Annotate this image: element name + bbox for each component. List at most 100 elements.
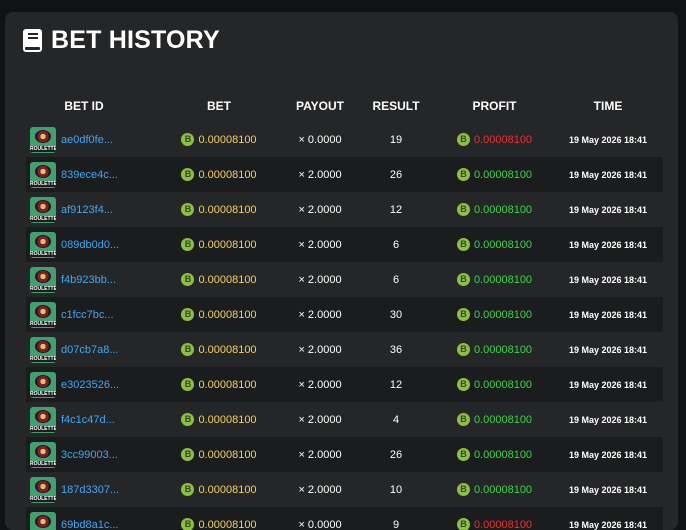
profit-amount: 0.00008100 xyxy=(473,343,533,356)
profit-cell: B 0.00008100 xyxy=(436,518,553,530)
game-icon-label: ROULETTE xyxy=(30,355,56,362)
bitcoin-coin-icon: B xyxy=(181,203,195,216)
game-icon-label: ROULETTE xyxy=(30,145,56,152)
bet-amount: 0.00008100 xyxy=(198,203,257,216)
bet-amount-cell: B 0.00008100 xyxy=(154,483,274,496)
table-row: ROULETTE e3023526... B 0.00008100 × 2.0000 12… xyxy=(26,367,663,402)
bet-time: 19 May 2026 18:41 xyxy=(568,484,648,495)
bet-amount-cell: B 0.00008100 xyxy=(154,413,274,426)
bet-id-link[interactable]: 839ece4c... xyxy=(61,169,118,181)
payout-value: × 2.0000 xyxy=(298,273,342,286)
bet-id-cell: ROULETTE ae0df0fe... xyxy=(26,126,154,153)
bitcoin-coin-icon: B xyxy=(456,518,470,530)
profit-amount: 0.00008100 xyxy=(473,273,533,286)
table-row: ROULETTE 3cc99003... B 0.00008100 × 2.0000 26… xyxy=(26,437,663,472)
bet-time: 19 May 2026 18:41 xyxy=(568,274,648,285)
bet-id-link[interactable]: af9123f4... xyxy=(61,204,113,216)
bet-amount: 0.00008100 xyxy=(198,308,257,321)
profit-cell: B 0.00008100 xyxy=(436,203,553,216)
bet-amount: 0.00008100 xyxy=(198,483,257,496)
bet-id-link[interactable]: f4b923bb... xyxy=(61,274,116,286)
game-icon-label: ROULETTE xyxy=(30,460,56,467)
roulette-game-icon: ROULETTE xyxy=(30,406,56,433)
bitcoin-coin-icon: B xyxy=(181,238,195,251)
payout-value: × 2.0000 xyxy=(298,483,342,496)
column-header-bet-id: BET ID xyxy=(64,99,104,113)
bet-id-cell: ROULETTE 089db0d0... xyxy=(26,231,154,258)
game-icon-label: ROULETTE xyxy=(30,285,56,292)
result-value: 12 xyxy=(389,203,403,216)
roulette-wheel-icon xyxy=(35,374,51,388)
result-value: 9 xyxy=(392,518,400,530)
bitcoin-coin-icon: B xyxy=(456,448,470,461)
roulette-game-icon: ROULETTE xyxy=(30,301,56,328)
bet-amount: 0.00008100 xyxy=(198,273,257,286)
bet-id-cell: ROULETTE af9123f4... xyxy=(26,196,154,223)
roulette-wheel-icon xyxy=(35,339,51,353)
profit-amount: 0.00008100 xyxy=(473,483,533,496)
roulette-game-icon: ROULETTE xyxy=(30,231,56,258)
bet-id-link[interactable]: 187d3307... xyxy=(61,484,119,496)
bitcoin-coin-icon: B xyxy=(456,133,470,146)
bet-id-link[interactable]: 69bd8a1c... xyxy=(61,519,119,530)
bet-amount-cell: B 0.00008100 xyxy=(154,308,274,321)
bet-amount-cell: B 0.00008100 xyxy=(154,273,274,286)
profit-cell: B 0.00008100 xyxy=(436,413,553,426)
roulette-wheel-icon xyxy=(35,234,51,248)
table-row: ROULETTE af9123f4... B 0.00008100 × 2.0000 12… xyxy=(26,192,663,227)
bet-id-link[interactable]: c1fcc7bc... xyxy=(61,309,114,321)
bet-id-link[interactable]: 3cc99003... xyxy=(61,449,118,461)
bet-amount-cell: B 0.00008100 xyxy=(154,133,274,146)
bet-amount-cell: B 0.00008100 xyxy=(154,448,274,461)
profit-amount: 0.00008100 xyxy=(473,133,533,146)
payout-value: × 2.0000 xyxy=(298,413,342,426)
payout-value: × 0.0000 xyxy=(298,518,342,530)
profit-amount: 0.00008100 xyxy=(473,413,533,426)
bitcoin-coin-icon: B xyxy=(456,378,470,391)
result-value: 19 xyxy=(389,133,403,146)
bitcoin-coin-icon: B xyxy=(456,308,470,321)
table-row: ROULETTE 839ece4c... B 0.00008100 × 2.0000 26… xyxy=(26,157,663,192)
result-value: 26 xyxy=(389,448,403,461)
bet-amount-cell: B 0.00008100 xyxy=(154,238,274,251)
page-title: BET HISTORY xyxy=(51,26,220,54)
bet-amount: 0.00008100 xyxy=(198,343,257,356)
bitcoin-coin-icon: B xyxy=(456,273,470,286)
bet-id-cell: ROULETTE 187d3307... xyxy=(26,476,154,503)
bet-amount-cell: B 0.00008100 xyxy=(154,168,274,181)
roulette-wheel-icon xyxy=(35,199,51,213)
bet-amount: 0.00008100 xyxy=(198,238,257,251)
profit-cell: B 0.00008100 xyxy=(436,343,553,356)
table-row: ROULETTE ae0df0fe... B 0.00008100 × 0.0000 19… xyxy=(26,122,663,157)
table-row: ROULETTE d07cb7a8... B 0.00008100 × 2.0000 36… xyxy=(26,332,663,367)
bet-amount-cell: B 0.00008100 xyxy=(154,518,274,530)
payout-value: × 2.0000 xyxy=(298,238,342,251)
roulette-wheel-icon xyxy=(35,444,51,458)
bet-time: 19 May 2026 18:41 xyxy=(568,344,648,355)
bitcoin-coin-icon: B xyxy=(181,448,195,461)
bet-id-link[interactable]: f4c1c47d... xyxy=(61,414,115,426)
roulette-game-icon: ROULETTE xyxy=(30,371,56,398)
payout-value: × 2.0000 xyxy=(298,343,342,356)
game-icon-label: ROULETTE xyxy=(30,425,56,432)
table-row: ROULETTE f4c1c47d... B 0.00008100 × 2.0000 4 B… xyxy=(26,402,663,437)
bet-id-link[interactable]: ae0df0fe... xyxy=(61,134,113,146)
roulette-wheel-icon xyxy=(35,304,51,318)
profit-cell: B 0.00008100 xyxy=(436,133,553,146)
payout-value: × 2.0000 xyxy=(298,168,342,181)
roulette-game-icon: ROULETTE xyxy=(30,441,56,468)
bet-time: 19 May 2026 18:41 xyxy=(568,134,648,145)
bet-amount: 0.00008100 xyxy=(198,378,257,391)
bet-id-link[interactable]: 089db0d0... xyxy=(61,239,119,251)
profit-cell: B 0.00008100 xyxy=(436,168,553,181)
roulette-wheel-icon xyxy=(35,129,51,143)
bet-amount: 0.00008100 xyxy=(198,168,257,181)
bitcoin-coin-icon: B xyxy=(181,518,195,530)
bet-id-link[interactable]: e3023526... xyxy=(61,379,119,391)
bet-id-cell: ROULETTE 839ece4c... xyxy=(26,161,154,188)
profit-cell: B 0.00008100 xyxy=(436,308,553,321)
payout-value: × 2.0000 xyxy=(298,448,342,461)
bet-id-link[interactable]: d07cb7a8... xyxy=(61,344,119,356)
table-row: ROULETTE c1fcc7bc... B 0.00008100 × 2.0000 30… xyxy=(26,297,663,332)
bet-amount-cell: B 0.00008100 xyxy=(154,203,274,216)
